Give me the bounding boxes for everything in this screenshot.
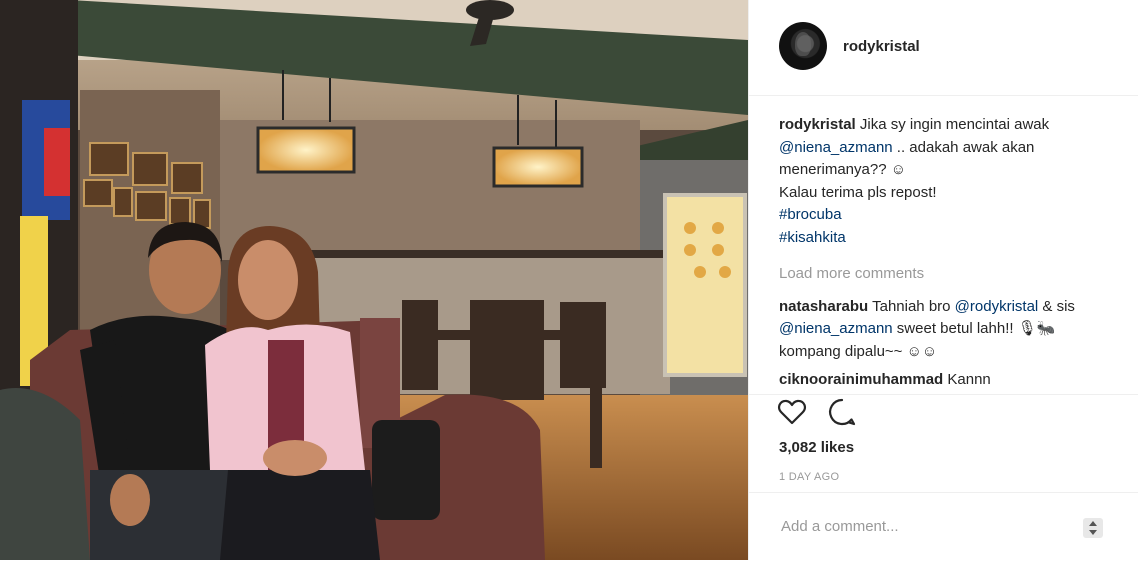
post-side-panel: rodykristal rodykristal Jika sy ingin me… <box>748 0 1138 560</box>
avatar[interactable] <box>779 22 827 70</box>
comments-section: rodykristal Jika sy ingin mencintai awak… <box>779 114 1115 398</box>
comment-text: & sis <box>1038 297 1075 315</box>
comment-text: Kannn <box>947 371 991 388</box>
comment-text: Tahniah bro <box>872 297 955 315</box>
comment: ciknoorainimuhammad Kannn <box>779 369 1115 392</box>
post-actions: 3,082 likes 1 DAY AGO <box>749 394 1138 483</box>
post-header: rodykristal <box>749 0 1138 96</box>
caption: rodykristal Jika sy ingin mencintai awak… <box>779 114 1115 249</box>
header-username[interactable]: rodykristal <box>843 38 920 55</box>
caption-username[interactable]: rodykristal <box>779 116 856 133</box>
cafe-photo-illustration <box>0 0 748 560</box>
comment-username[interactable]: ciknoorainimuhammad <box>779 371 943 388</box>
add-comment-input[interactable] <box>779 517 1063 536</box>
load-more-comments-link[interactable]: Load more comments <box>779 263 1115 286</box>
caption-mention[interactable]: @niena_azmann <box>779 139 893 156</box>
comment-username[interactable]: natasharabu <box>779 298 868 315</box>
caption-text-3: Kalau terima pls repost! <box>779 183 937 201</box>
hashtag-kisahkita[interactable]: #kisahkita <box>779 229 846 246</box>
comment: natasharabu Tahniah bro @rodykristal & s… <box>779 296 1115 364</box>
caption-text-1: Jika sy ingin mencintai awak <box>859 116 1050 133</box>
comment-bubble-icon[interactable] <box>827 397 857 427</box>
heart-icon[interactable] <box>777 397 807 427</box>
comment-mention[interactable]: @niena_azmann <box>779 320 893 337</box>
add-comment-bar <box>749 492 1138 561</box>
post-timestamp: 1 DAY AGO <box>779 471 840 483</box>
options-arrows-icon[interactable] <box>1083 518 1103 538</box>
hashtag-brocuba[interactable]: #brocuba <box>779 206 842 223</box>
instagram-post: rodykristal rodykristal Jika sy ingin me… <box>0 0 1138 560</box>
likes-count[interactable]: 3,082 likes <box>779 439 854 456</box>
comment-mention[interactable]: @rodykristal <box>955 298 1039 315</box>
post-photo[interactable] <box>0 0 748 560</box>
